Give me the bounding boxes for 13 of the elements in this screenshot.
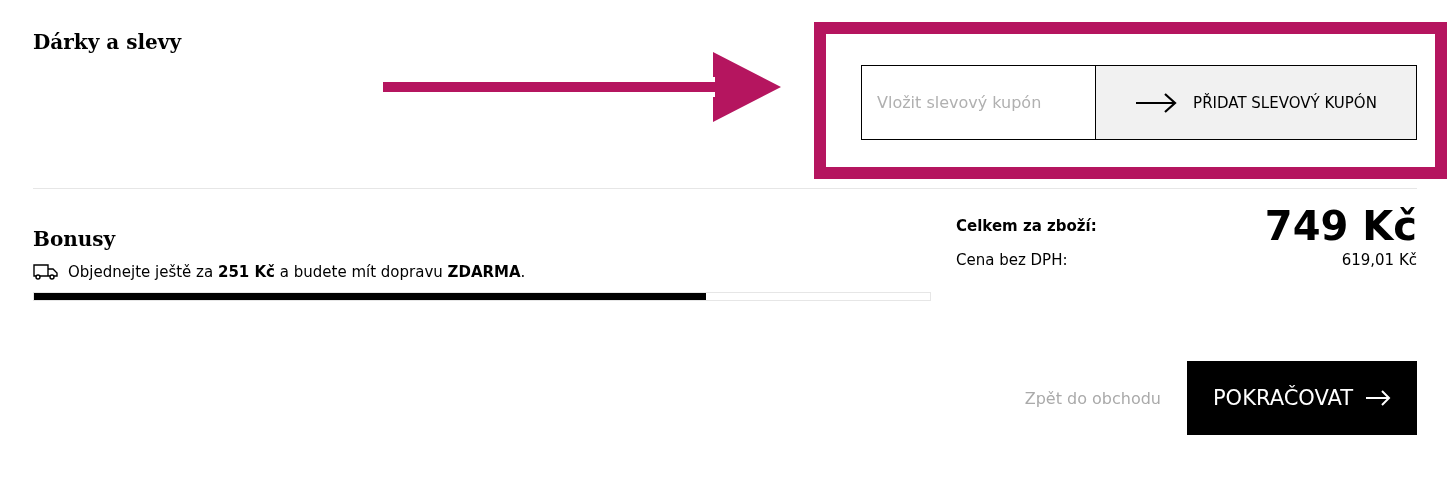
section-title: Bonusy [33,227,117,251]
net-price-label: Cena bez DPH: [956,251,1068,269]
add-coupon-button[interactable]: PŘIDAT SLEVOVÝ KUPÓN [1096,65,1417,140]
section-title: Dárky a slevy [33,30,182,56]
free-shipping-message: Objednejte ještě za 251 Kč a budete mít dopravu ZDARMA. [68,263,526,281]
total-label: Celkem za zboží: [956,217,1097,235]
continue-button[interactable]: POKRAČOVAT [1187,361,1417,435]
net-price: 619,01 Kč [1341,251,1417,269]
truck-icon [33,264,59,280]
arrow-icon [1135,92,1178,113]
coupon-input[interactable]: Vložit slevový kupón [861,65,1096,140]
total-price: 749 Kč [1264,203,1417,249]
arrow-icon [1365,390,1392,406]
